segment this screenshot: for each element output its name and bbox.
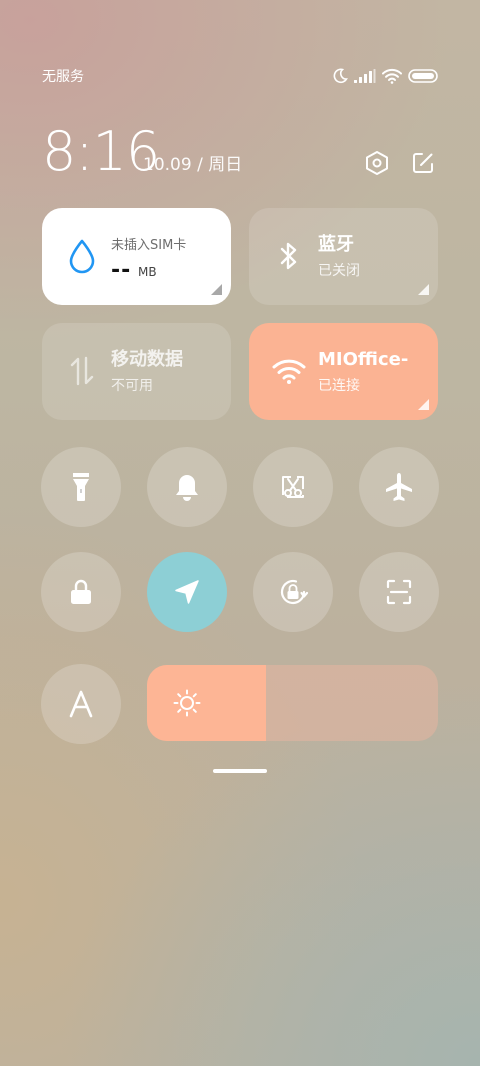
wifi-status: 已连接 — [318, 378, 360, 394]
bluetooth-icon — [271, 238, 307, 274]
lock-icon — [71, 579, 91, 604]
edit-icon — [413, 153, 433, 173]
control-center-header: 8:16 10.09 / 周日 — [42, 120, 438, 190]
signal-icon — [354, 69, 376, 83]
settings-button[interactable] — [362, 148, 392, 178]
bell-icon — [176, 475, 198, 501]
wifi-icon — [382, 68, 402, 84]
scanner-toggle[interactable] — [359, 552, 439, 632]
mobile-data-tile[interactable]: 移动数据 不可用 — [42, 323, 231, 420]
scissors-icon — [282, 476, 304, 498]
font-a-icon — [69, 690, 93, 718]
wifi-icon — [271, 353, 307, 389]
flashlight-icon — [73, 473, 89, 501]
wifi-tile[interactable]: MIOffice- 已连接 — [249, 323, 438, 420]
ring-toggle[interactable] — [147, 447, 227, 527]
edit-button[interactable] — [408, 148, 438, 178]
bluetooth-title: 蓝牙 — [318, 234, 354, 255]
status-bar: 无服务 — [42, 64, 438, 88]
drag-handle[interactable] — [213, 769, 267, 773]
brightness-slider[interactable] — [147, 665, 438, 741]
scan-icon — [386, 579, 412, 605]
clock: 8:16 — [42, 120, 160, 183]
rotation-lock-toggle[interactable] — [253, 552, 333, 632]
settings-hexagon-icon — [366, 151, 388, 175]
expand-corner-icon — [211, 284, 222, 295]
date-label: 10.09 / 周日 — [143, 155, 243, 175]
screenshot-toggle[interactable] — [253, 447, 333, 527]
brightness-fill — [147, 665, 267, 741]
expand-corner-icon — [418, 399, 429, 410]
flashlight-toggle[interactable] — [41, 447, 121, 527]
lock-screen-toggle[interactable] — [41, 552, 121, 632]
airplane-icon — [386, 473, 412, 501]
expand-corner-icon — [418, 284, 429, 295]
wifi-network-name: MIOffice- — [318, 349, 409, 370]
sim-status-label: 未插入SIM卡 — [111, 238, 187, 253]
sun-icon — [173, 689, 201, 717]
airplane-mode-toggle[interactable] — [359, 447, 439, 527]
bluetooth-status: 已关闭 — [318, 263, 360, 279]
data-usage-unit: MB — [138, 265, 157, 279]
water-drop-icon — [64, 238, 100, 274]
rotation-lock-icon — [280, 579, 309, 605]
status-icons — [332, 66, 438, 86]
moon-icon — [333, 68, 348, 84]
data-usage-value: -- — [111, 258, 132, 283]
mobile-data-status: 不可用 — [111, 378, 153, 394]
bluetooth-tile[interactable]: 蓝牙 已关闭 — [249, 208, 438, 305]
location-arrow-icon — [175, 580, 199, 604]
carrier-label: 无服务 — [42, 69, 84, 85]
battery-icon — [408, 69, 438, 83]
location-toggle[interactable] — [147, 552, 227, 632]
mobile-data-arrows-icon — [64, 353, 100, 389]
font-size-toggle[interactable] — [41, 664, 121, 744]
sim-data-tile[interactable]: 未插入SIM卡 -- MB — [42, 208, 231, 305]
mobile-data-title: 移动数据 — [111, 349, 183, 370]
